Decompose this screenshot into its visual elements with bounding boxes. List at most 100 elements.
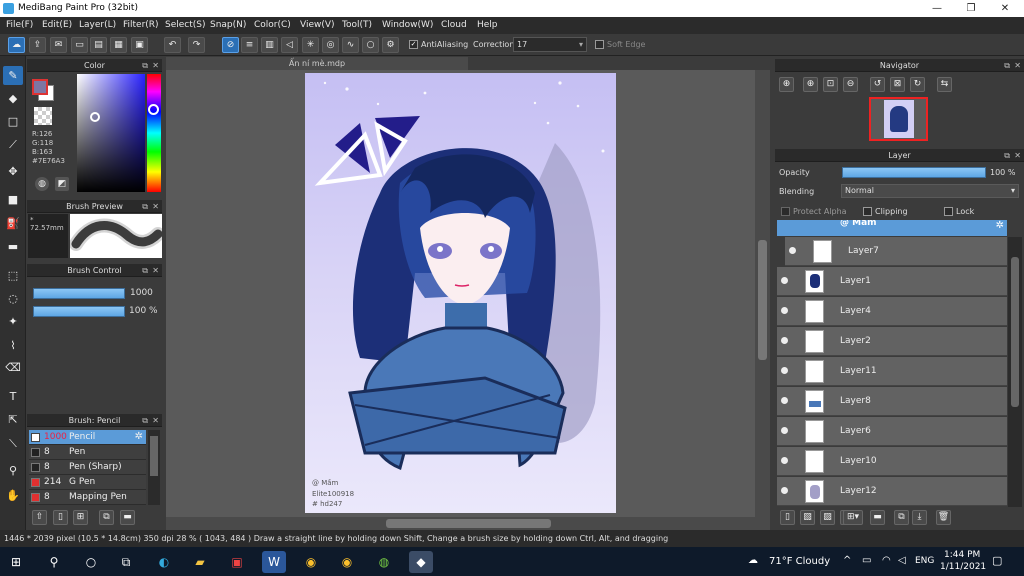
vertical-scroll-thumb[interactable] — [758, 240, 767, 360]
wifi-icon[interactable]: ◠ — [882, 555, 891, 566]
snap-curve-icon[interactable]: ∿ — [342, 37, 359, 53]
zoom-in-icon[interactable]: ⊕ — [779, 77, 794, 92]
menu-select[interactable]: Select(S) — [165, 20, 206, 30]
fit-icon[interactable]: ⊡ — [823, 77, 838, 92]
comment-icon[interactable]: ▭ — [71, 37, 88, 53]
new-8bit-layer-icon[interactable]: ▨ — [820, 510, 835, 525]
new-halftone-layer-icon[interactable]: ▧ — [800, 510, 815, 525]
input-language[interactable]: ENG — [915, 556, 934, 566]
layer-folder-row[interactable]: @ Mầm ✲ — [777, 220, 1007, 236]
color-swap-icon[interactable]: ◩ — [55, 177, 69, 191]
panel-float-icon[interactable]: ⧉ — [142, 414, 148, 427]
eye-icon[interactable] — [781, 337, 788, 344]
brush-item[interactable]: 8 Pen (Sharp) — [29, 460, 146, 475]
move-tool-icon[interactable]: ✥ — [3, 162, 23, 181]
undo-icon[interactable]: ↶ — [164, 37, 181, 53]
gradient-tool-icon[interactable]: ▬ — [3, 237, 23, 256]
blending-mode-select[interactable]: Normal ▾ — [841, 184, 1019, 198]
eye-icon[interactable] — [781, 397, 788, 404]
zoom-out-icon[interactable]: ⊖ — [843, 77, 858, 92]
eyedropper-tool-icon[interactable]: ⚲ — [3, 461, 23, 480]
layer-opacity-slider[interactable] — [842, 167, 986, 178]
panel-float-icon[interactable]: ⧉ — [142, 264, 148, 277]
notification-icon[interactable]: ▢ — [992, 554, 1002, 567]
hue-slider[interactable] — [147, 74, 161, 192]
tray-chevron-icon[interactable]: ^ — [843, 555, 851, 566]
search-icon[interactable]: ⚲ — [42, 551, 66, 573]
add-layer-menu-icon[interactable]: ⊞▾ — [843, 510, 863, 525]
eye-icon[interactable] — [781, 277, 788, 284]
gear-icon[interactable]: ✲ — [135, 431, 143, 442]
panel-icon[interactable]: ▣ — [131, 37, 148, 53]
file-explorer-icon[interactable]: ▰ — [188, 551, 212, 573]
brush-list-scrollbar[interactable] — [148, 430, 160, 505]
select-pen-tool-icon[interactable]: ⌇ — [3, 336, 23, 355]
eye-icon[interactable] — [781, 367, 788, 374]
cloud-icon[interactable]: ☁ — [8, 37, 25, 53]
gear-icon[interactable]: ✲ — [996, 220, 1004, 231]
close-button[interactable]: ✕ — [988, 0, 1022, 17]
snap-settings-icon[interactable]: ⚙ — [382, 37, 399, 53]
rotate-left-icon[interactable]: ↺ — [870, 77, 885, 92]
layer-row[interactable]: Layer10 — [777, 447, 1007, 476]
chrome-icon[interactable]: ◉ — [299, 551, 323, 573]
flip-icon[interactable]: ⇆ — [937, 77, 952, 92]
duplicate-layer-icon[interactable]: ⧉ — [894, 510, 909, 525]
menu-view[interactable]: View(V) — [300, 20, 335, 30]
medibang-taskbar-icon[interactable]: ◆ — [409, 551, 433, 573]
lock-checkbox[interactable] — [944, 207, 953, 216]
brush-item[interactable]: 8 Mapping Pen — [29, 490, 146, 505]
menu-color[interactable]: Color(C) — [254, 20, 291, 30]
protect-alpha-checkbox[interactable] — [781, 207, 790, 216]
menu-window[interactable]: Window(W) — [382, 20, 433, 30]
delete-layer-icon[interactable]: 🗑 — [936, 510, 951, 525]
snap-grid-icon[interactable]: ▥ — [261, 37, 278, 53]
weather-icon[interactable]: ☁ — [748, 555, 758, 566]
line-tool-icon[interactable]: ⟋ — [3, 135, 23, 154]
chat-icon[interactable]: ✉ — [50, 37, 67, 53]
redo-icon[interactable]: ↷ — [188, 37, 205, 53]
eye-icon[interactable] — [781, 307, 788, 314]
menu-filter[interactable]: Filter(R) — [123, 20, 159, 30]
select-eraser-tool-icon[interactable]: ⌫ — [3, 358, 23, 377]
foreground-color-swatch[interactable] — [32, 79, 48, 95]
divide-tool-icon[interactable]: ⟍ — [3, 434, 23, 453]
layer-row[interactable]: Layer6 — [777, 417, 1007, 446]
new-layer-icon[interactable]: ▯ — [780, 510, 795, 525]
palette-icon[interactable]: ◍ — [35, 177, 49, 191]
network-icon[interactable]: ▭ — [862, 555, 871, 566]
hand-tool-icon[interactable]: ✋ — [3, 486, 23, 505]
soft-edge-checkbox[interactable] — [595, 40, 604, 49]
saturation-value-picker[interactable] — [77, 74, 145, 192]
clock-time[interactable]: 1:44 PM — [944, 550, 980, 560]
layer-row[interactable]: Layer11 — [777, 357, 1007, 386]
layer-scroll-thumb[interactable] — [1011, 257, 1019, 407]
artboard[interactable] — [305, 73, 616, 513]
snap-radial-icon[interactable]: ✳ — [302, 37, 319, 53]
layer-row[interactable]: Layer7 — [785, 237, 1007, 266]
layer-row[interactable]: Layer4 — [777, 297, 1007, 326]
brush-list-scroll-thumb[interactable] — [150, 436, 158, 476]
panel-close-icon[interactable]: ✕ — [152, 59, 159, 72]
operation-tool-icon[interactable]: ⇱ — [3, 410, 23, 429]
app-icon[interactable]: ◍ — [372, 551, 396, 573]
magic-wand-tool-icon[interactable]: ✦ — [3, 312, 23, 331]
clock-date[interactable]: 1/11/2021 — [940, 562, 986, 572]
panel-close-icon[interactable]: ✕ — [1014, 59, 1021, 72]
clipping-checkbox[interactable] — [863, 207, 872, 216]
document-tab[interactable]: Ấn ní mè.mdp — [166, 57, 468, 70]
maximize-button[interactable]: ❐ — [954, 0, 988, 17]
menu-snap[interactable]: Snap(N) — [210, 20, 246, 30]
windows-start-icon[interactable]: ⊞ — [4, 551, 28, 573]
panel-close-icon[interactable]: ✕ — [152, 414, 159, 427]
sv-picker-cursor[interactable] — [90, 112, 100, 122]
brush-add-icon[interactable]: ⊞ — [73, 510, 88, 525]
snap-parallel-icon[interactable]: ≡ — [241, 37, 258, 53]
select-rect-tool-icon[interactable]: ⬚ — [3, 266, 23, 285]
brush-size-slider[interactable] — [33, 288, 125, 299]
panel-float-icon[interactable]: ⧉ — [1004, 59, 1010, 72]
word-icon[interactable]: W — [262, 551, 286, 573]
layer-row[interactable]: Layer8 — [777, 387, 1007, 416]
brush-new-icon[interactable]: ▯ — [53, 510, 68, 525]
eye-icon[interactable] — [781, 457, 788, 464]
